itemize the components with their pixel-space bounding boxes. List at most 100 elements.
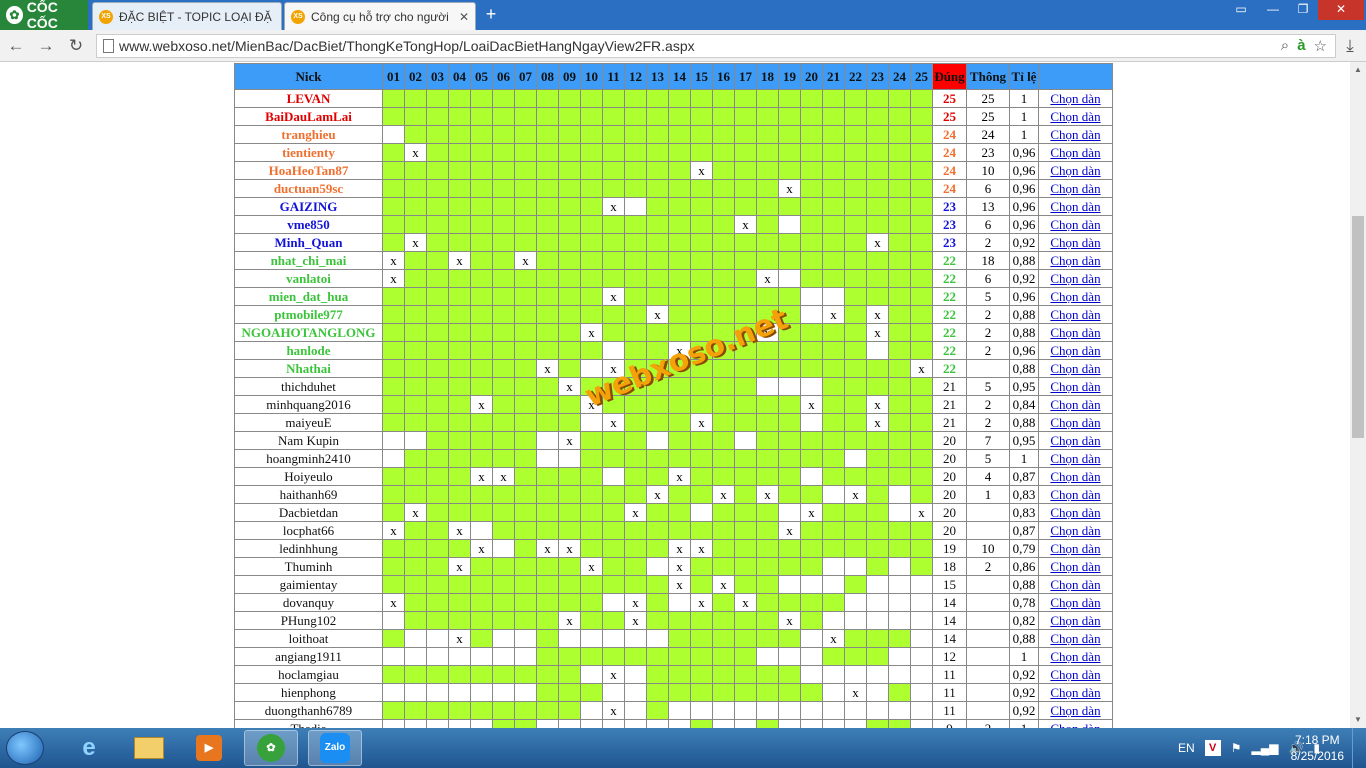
flag-icon[interactable]: ⚑ — [1231, 741, 1242, 755]
hit-cell — [492, 701, 515, 720]
chon-dan-link[interactable]: Chọn dàn — [1038, 539, 1113, 558]
chon-dan-link[interactable]: Chọn dàn — [1038, 287, 1113, 306]
language-indicator[interactable]: EN — [1178, 741, 1195, 755]
chon-dan-link[interactable]: Chọn dàn — [1038, 179, 1113, 198]
clock[interactable]: 7:18 PM 8/25/2016 — [1291, 732, 1344, 764]
media-icon[interactable]: ▶ — [182, 730, 236, 766]
empty-cell — [558, 629, 581, 648]
chon-dan-link[interactable]: Chọn dàn — [1038, 341, 1113, 360]
hit-cell — [624, 521, 647, 540]
miss-cell: x — [536, 539, 559, 558]
chon-dan-link[interactable]: Chọn dàn — [1038, 413, 1113, 432]
chon-dan-link[interactable]: Chọn dàn — [1038, 683, 1113, 702]
ie-icon[interactable]: e — [62, 730, 116, 766]
forward-icon[interactable]: → — [36, 36, 56, 56]
header-day-07: 07 — [514, 63, 537, 90]
download-icon[interactable]: ⤓ — [1340, 36, 1360, 56]
scroll-up-icon[interactable]: ▲ — [1350, 62, 1366, 78]
chon-dan-link[interactable]: Chọn dàn — [1038, 467, 1113, 486]
antivirus-icon[interactable]: V — [1204, 740, 1221, 756]
hit-cell — [492, 125, 515, 144]
chon-dan-link[interactable]: Chọn dàn — [1038, 125, 1113, 144]
hit-cell — [492, 719, 515, 728]
hit-cell — [668, 269, 691, 288]
back-icon[interactable]: ← — [6, 36, 26, 56]
hit-cell — [822, 341, 845, 360]
tab-cong-cu[interactable]: XS Công cụ hỗ trợ cho người ✕ — [284, 2, 476, 30]
minimize-button[interactable]: — — [1258, 0, 1288, 20]
chon-dan-link[interactable]: Chọn dàn — [1038, 647, 1113, 666]
chon-dan-link[interactable]: Chọn dàn — [1038, 431, 1113, 450]
coccoc-icon[interactable]: ✿ — [244, 730, 298, 766]
bookmark-star-icon[interactable]: ☆ — [1314, 37, 1327, 55]
hit-cell — [492, 377, 515, 396]
close-tab-icon[interactable]: ✕ — [459, 10, 469, 24]
chon-dan-link[interactable]: Chọn dàn — [1038, 89, 1113, 108]
chon-dan-link[interactable]: Chọn dàn — [1038, 377, 1113, 396]
network-signal-icon[interactable]: ▂▄▆ — [1251, 741, 1278, 755]
chon-dan-link[interactable]: Chọn dàn — [1038, 719, 1113, 728]
tab-dac-biet[interactable]: XS ĐẶC BIỆT - TOPIC LOẠI ĐẶ — [92, 2, 282, 30]
chon-dan-link[interactable]: Chọn dàn — [1038, 233, 1113, 252]
explorer-icon[interactable] — [122, 730, 176, 766]
miss-cell: x — [866, 305, 889, 324]
chon-dan-link[interactable]: Chọn dàn — [1038, 629, 1113, 648]
hit-cell — [514, 233, 537, 252]
scroll-thumb[interactable] — [1352, 216, 1364, 438]
dung-cell: 25 — [932, 107, 967, 126]
maximize-button[interactable]: ❐ — [1288, 0, 1318, 20]
thong-cell: 13 — [966, 197, 1010, 216]
chon-dan-link[interactable]: Chọn dàn — [1038, 305, 1113, 324]
chon-dan-link[interactable]: Chọn dàn — [1038, 701, 1113, 720]
hit-cell — [888, 341, 911, 360]
hit-cell — [470, 107, 493, 126]
dung-cell: 20 — [932, 485, 967, 504]
hit-cell — [888, 413, 911, 432]
chon-dan-link[interactable]: Chọn dàn — [1038, 395, 1113, 414]
hit-cell — [888, 377, 911, 396]
show-desktop-button[interactable] — [1352, 728, 1366, 768]
chon-dan-link[interactable]: Chọn dàn — [1038, 143, 1113, 162]
nick-cell: gaimientay — [234, 575, 383, 594]
chon-dan-link[interactable]: Chọn dàn — [1038, 269, 1113, 288]
hit-cell — [514, 665, 537, 684]
new-tab-button[interactable]: + — [480, 4, 502, 26]
close-window-button[interactable]: ✕ — [1318, 0, 1364, 20]
chon-dan-link[interactable]: Chọn dàn — [1038, 251, 1113, 270]
hit-cell — [756, 611, 779, 630]
coccoc-logo[interactable]: ✿ CỐC CỐC — [0, 0, 88, 31]
chon-dan-link[interactable]: Chọn dàn — [1038, 521, 1113, 540]
scroll-down-icon[interactable]: ▼ — [1350, 712, 1366, 728]
table-row: PHung102 x x x 14 0,82 Chọn dàn — [234, 611, 1113, 630]
reload-icon[interactable]: ↻ — [66, 36, 86, 56]
chon-dan-link[interactable]: Chọn dàn — [1038, 503, 1113, 522]
chon-dan-link[interactable]: Chọn dàn — [1038, 323, 1113, 342]
chon-dan-link[interactable]: Chọn dàn — [1038, 107, 1113, 126]
chon-dan-link[interactable]: Chọn dàn — [1038, 665, 1113, 684]
chon-dan-link[interactable]: Chọn dàn — [1038, 197, 1113, 216]
chon-dan-link[interactable]: Chọn dàn — [1038, 359, 1113, 378]
hit-cell — [712, 197, 735, 216]
chon-dan-link[interactable]: Chọn dàn — [1038, 593, 1113, 612]
chon-dan-link[interactable]: Chọn dàn — [1038, 575, 1113, 594]
hit-cell — [756, 539, 779, 558]
address-bar[interactable]: www.webxoso.net/MienBac/DacBiet/ThongKeT… — [96, 34, 1336, 58]
start-button[interactable] — [6, 731, 44, 765]
chon-dan-link[interactable]: Chọn dàn — [1038, 449, 1113, 468]
dung-cell: 19 — [932, 539, 967, 558]
hit-cell — [514, 701, 537, 720]
chon-dan-link[interactable]: Chọn dàn — [1038, 161, 1113, 180]
translate-icon[interactable]: à — [1297, 37, 1305, 55]
chon-dan-link[interactable]: Chọn dàn — [1038, 611, 1113, 630]
account-icon[interactable]: ▭ — [1226, 0, 1256, 20]
chon-dan-link[interactable]: Chọn dàn — [1038, 557, 1113, 576]
zalo-icon[interactable]: Zalo — [308, 730, 362, 766]
vertical-scrollbar[interactable]: ▲ ▼ — [1350, 62, 1366, 728]
zoom-icon[interactable]: ⌕ — [1281, 37, 1289, 55]
chon-dan-link[interactable]: Chọn dàn — [1038, 215, 1113, 234]
dung-cell: 9 — [932, 719, 967, 728]
hit-cell — [580, 143, 603, 162]
hit-cell — [448, 701, 471, 720]
empty-cell — [910, 683, 933, 702]
chon-dan-link[interactable]: Chọn dàn — [1038, 485, 1113, 504]
